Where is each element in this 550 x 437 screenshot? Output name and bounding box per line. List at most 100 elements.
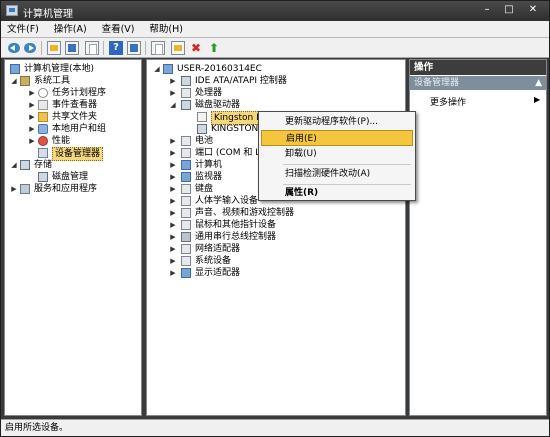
tree-item-disk-management[interactable]: 磁盘管理: [8, 171, 141, 183]
status-bar: 启用所选设备。: [1, 419, 549, 436]
scan-hardware-icon[interactable]: [151, 41, 165, 55]
collapse-arrow-icon[interactable]: ◢: [153, 65, 161, 73]
menu-help[interactable]: 帮助(H): [143, 21, 189, 38]
maximize-button[interactable]: □: [501, 4, 517, 17]
display-adapter-icon: [181, 268, 191, 278]
collapse-arrow-icon[interactable]: ◢: [10, 77, 18, 85]
menu-update-driver[interactable]: 更新驱动程序软件(P)...: [261, 114, 413, 130]
submenu-arrow-icon[interactable]: ▶: [534, 95, 540, 104]
enable-device-icon[interactable]: ⬆: [207, 41, 221, 55]
forward-arrow-icon[interactable]: [23, 41, 37, 55]
expand-arrow-icon[interactable]: ▶: [169, 269, 177, 277]
collapse-arrow-icon[interactable]: ◢: [169, 101, 177, 109]
device-category-system[interactable]: ▶ 系统设备: [151, 255, 401, 267]
tree-item-storage[interactable]: ◢ 存储: [8, 159, 141, 171]
tree-label: 事件查看器: [52, 100, 98, 110]
clock-icon: [38, 88, 48, 98]
expand-arrow-icon[interactable]: ▶: [169, 233, 177, 241]
expand-arrow-icon[interactable]: ▶: [169, 149, 177, 157]
expand-arrow-icon[interactable]: ▶: [28, 101, 36, 109]
toolbar-separator: [103, 41, 104, 55]
expand-arrow-icon[interactable]: ▶: [169, 221, 177, 229]
menu-enable[interactable]: 启用(E): [261, 130, 413, 146]
expand-arrow-icon[interactable]: ▶: [169, 173, 177, 181]
actions-section-label: 设备管理器: [414, 78, 460, 88]
port-icon: [181, 148, 191, 158]
show-hide-tree-icon[interactable]: [65, 41, 79, 55]
export-list-icon[interactable]: [85, 41, 99, 55]
device-label: 鼠标和其他指针设备: [195, 220, 277, 230]
expand-arrow-icon[interactable]: ▶: [169, 197, 177, 205]
expand-arrow-icon[interactable]: ▶: [169, 137, 177, 145]
tree-item-performance[interactable]: ▶ 性能: [8, 135, 141, 147]
computer-management-window: 计算机管理 – □ ✕ 文件(F) 操作(A) 查看(V) 帮助(H) ? ✖ …: [0, 0, 550, 437]
expand-arrow-icon[interactable]: ▶: [169, 77, 177, 85]
computer-name: USER-20160314EC: [177, 64, 262, 74]
menu-properties[interactable]: 属性(R): [261, 185, 413, 201]
expand-arrow-icon[interactable]: ▶: [169, 209, 177, 217]
back-arrow-icon[interactable]: [7, 41, 21, 55]
performance-icon: [38, 136, 48, 146]
more-actions-link[interactable]: 更多操作: [430, 95, 466, 108]
device-category-disk-drives[interactable]: ◢ 磁盘驱动器: [151, 99, 401, 111]
collapse-arrow-icon[interactable]: ◢: [10, 161, 18, 169]
actions-section-device-manager[interactable]: 设备管理器 ▲: [410, 76, 546, 90]
window-title: 计算机管理: [23, 9, 73, 20]
menu-uninstall[interactable]: 卸载(U): [261, 146, 413, 162]
tree-label: 系统工具: [34, 76, 71, 86]
tree-item-system-tools[interactable]: ◢ 系统工具: [8, 75, 141, 87]
minimize-button[interactable]: –: [479, 4, 495, 17]
tree-label: 服务和应用程序: [34, 184, 98, 194]
expand-arrow-icon[interactable]: ▶: [169, 257, 177, 265]
menu-scan-hardware[interactable]: 扫描检测硬件改动(A): [261, 166, 413, 182]
device-tree-root[interactable]: ◢ USER-20160314EC: [151, 63, 401, 75]
users-icon: [38, 124, 48, 134]
expand-arrow-icon[interactable]: ▶: [28, 137, 36, 145]
expand-arrow-icon[interactable]: ▶: [10, 185, 18, 193]
device-category-sound[interactable]: ▶ 声音、视频和游戏控制器: [151, 207, 401, 219]
tree-item-root[interactable]: 计算机管理(本地): [8, 63, 141, 75]
drive-icon: [197, 124, 207, 134]
help-icon[interactable]: ?: [109, 41, 123, 55]
expand-arrow-icon[interactable]: ▶: [169, 185, 177, 193]
title-bar: 计算机管理 – □ ✕: [1, 1, 549, 21]
tree-item-event-viewer[interactable]: ▶ 事件查看器: [8, 99, 141, 111]
device-category-usb[interactable]: ▶ 通用串行总线控制器: [151, 231, 401, 243]
tree-item-task-scheduler[interactable]: ▶ 任务计划程序: [8, 87, 141, 99]
expand-arrow-icon[interactable]: ▶: [28, 125, 36, 133]
tree-item-shared-folders[interactable]: ▶ 共享文件夹: [8, 111, 141, 123]
sound-icon: [181, 208, 191, 218]
tree-item-local-users[interactable]: ▶ 本地用户和组: [8, 123, 141, 135]
menu-action[interactable]: 操作(A): [48, 21, 93, 38]
up-folder-icon[interactable]: [47, 41, 61, 55]
tree-item-device-manager[interactable]: 设备管理器: [8, 147, 141, 161]
menu-separator: [283, 164, 411, 165]
device-category-display[interactable]: ▶ 显示适配器: [151, 267, 401, 279]
device-category-mice[interactable]: ▶ 鼠标和其他指针设备: [151, 219, 401, 231]
properties-icon[interactable]: [127, 41, 141, 55]
expand-arrow-icon[interactable]: ▶: [169, 245, 177, 253]
keyboard-icon: [181, 184, 191, 194]
close-button[interactable]: ✕: [525, 4, 541, 17]
expand-arrow-icon[interactable]: ▶: [28, 113, 36, 121]
expand-arrow-icon[interactable]: ▶: [169, 89, 177, 97]
uninstall-x-icon[interactable]: ✖: [189, 41, 203, 55]
menu-view[interactable]: 查看(V): [96, 21, 141, 38]
mouse-icon: [181, 220, 191, 230]
device-category-ide[interactable]: ▶ IDE ATA/ATAPI 控制器: [151, 75, 401, 87]
device-label: 声音、视频和游戏控制器: [195, 208, 295, 218]
ide-controller-icon: [181, 76, 191, 86]
tree-item-services[interactable]: ▶ 服务和应用程序: [8, 183, 141, 195]
device-category-network[interactable]: ▶ 网络适配器: [151, 243, 401, 255]
navigation-tree: 计算机管理(本地) ◢ 系统工具 ▶ 任务计划程序 ▶ 事件查看器 ▶ 共享文件…: [4, 59, 142, 416]
collapse-up-icon[interactable]: ▲: [535, 76, 542, 90]
expand-arrow-icon[interactable]: ▶: [28, 89, 36, 97]
menu-file[interactable]: 文件(F): [1, 21, 45, 38]
tree-label: 共享文件夹: [52, 112, 98, 122]
update-driver-icon[interactable]: [171, 41, 185, 55]
device-label: 网络适配器: [195, 244, 241, 254]
device-category-processors[interactable]: ▶ 处理器: [151, 87, 401, 99]
expand-arrow-icon[interactable]: ▶: [169, 161, 177, 169]
network-adapter-icon: [181, 244, 191, 254]
device-label: 端口 (COM 和 LP: [195, 148, 266, 158]
